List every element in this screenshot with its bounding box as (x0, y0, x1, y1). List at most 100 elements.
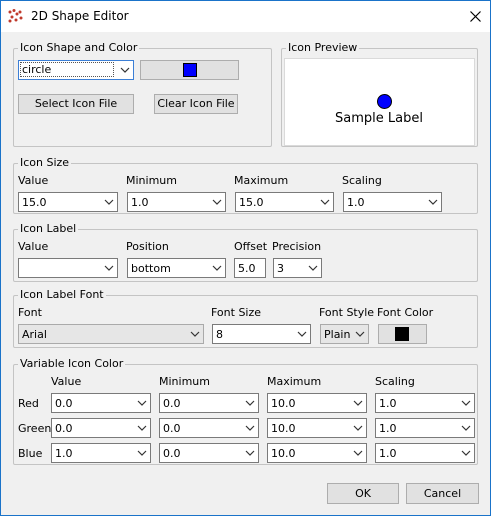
font-style-label: Font Style (319, 306, 375, 319)
size-maximum-label: Maximum (234, 174, 289, 187)
green-value: 0.0 (55, 422, 73, 435)
font-select[interactable]: Arial (18, 324, 204, 344)
select-icon-file-button[interactable]: Select Icon File (18, 94, 134, 114)
blue-maximum: 10.0 (271, 447, 296, 460)
row-red-label: Red (18, 397, 39, 410)
variable-color-group-title: Variable Icon Color (18, 357, 126, 370)
font-style-value: Plain (324, 328, 351, 341)
var-maximum-label: Maximum (267, 375, 322, 388)
app-icon (8, 9, 23, 23)
label-font-group: Icon Label Font Font Font Size Font Styl… (13, 288, 478, 348)
font-size-select[interactable]: 8 (212, 324, 311, 344)
label-offset-field[interactable]: 5.0 (234, 258, 266, 278)
label-offset-label: Offset (234, 240, 268, 253)
icon-size-group: Icon Size Value Minimum Maximum Scaling … (13, 156, 478, 214)
label-precision-select[interactable]: 3 (273, 258, 322, 278)
shape-color-button[interactable] (140, 60, 239, 80)
chevron-down-icon (104, 199, 114, 205)
chevron-down-icon (245, 400, 255, 406)
chevron-down-icon (428, 199, 438, 205)
size-minimum-label: Minimum (126, 174, 177, 187)
preview-shape (377, 94, 392, 109)
label-position: bottom (131, 262, 171, 275)
icon-label-group-title: Icon Label (18, 222, 79, 235)
var-value-label: Value (51, 375, 82, 388)
size-scaling: 1.0 (347, 196, 365, 209)
chevron-down-icon (320, 199, 330, 205)
font-style-select[interactable]: Plain (320, 324, 369, 344)
chevron-down-icon (461, 450, 471, 456)
red-maximum-select[interactable]: 10.0 (267, 393, 367, 413)
chevron-down-icon (104, 265, 114, 271)
chevron-down-icon (461, 425, 471, 431)
size-minimum-select[interactable]: 1.0 (127, 192, 226, 212)
chevron-down-icon (353, 425, 363, 431)
chevron-down-icon (461, 400, 471, 406)
label-value-select[interactable] (18, 258, 118, 278)
label-position-select[interactable]: bottom (127, 258, 226, 278)
preview-canvas: Sample Label (284, 58, 475, 146)
chevron-down-icon (355, 331, 365, 337)
shape-color-group: Icon Shape and Color circle Select Icon … (13, 41, 272, 147)
red-maximum: 10.0 (271, 397, 296, 410)
clear-icon-file-button[interactable]: Clear Icon File (154, 94, 238, 114)
size-scaling-label: Scaling (342, 174, 382, 187)
variable-color-group: Variable Icon Color Value Minimum Maximu… (13, 357, 478, 465)
font-size-value: 8 (216, 328, 223, 341)
chevron-down-icon (137, 400, 147, 406)
window-title: 2D Shape Editor (31, 9, 129, 23)
chevron-down-icon (137, 450, 147, 456)
shape-color-group-title: Icon Shape and Color (18, 41, 140, 54)
chevron-down-icon (297, 331, 307, 337)
chevron-down-icon (353, 400, 363, 406)
blue-value-select[interactable]: 1.0 (51, 443, 151, 463)
ok-button[interactable]: OK (327, 483, 399, 504)
label-precision-label: Precision (272, 240, 322, 253)
red-minimum: 0.0 (163, 397, 181, 410)
blue-scaling-select[interactable]: 1.0 (375, 443, 475, 463)
green-minimum: 0.0 (163, 422, 181, 435)
size-minimum: 1.0 (131, 196, 149, 209)
blue-scaling: 1.0 (379, 447, 397, 460)
green-maximum: 10.0 (271, 422, 296, 435)
chevron-down-icon (353, 450, 363, 456)
red-scaling: 1.0 (379, 397, 397, 410)
row-blue-label: Blue (18, 447, 43, 460)
green-maximum-select[interactable]: 10.0 (267, 418, 367, 438)
chevron-down-icon (245, 450, 255, 456)
green-value-select[interactable]: 0.0 (51, 418, 151, 438)
red-minimum-select[interactable]: 0.0 (159, 393, 259, 413)
var-minimum-label: Minimum (159, 375, 210, 388)
green-minimum-select[interactable]: 0.0 (159, 418, 259, 438)
size-value-label: Value (18, 174, 49, 187)
icon-preview-group-title: Icon Preview (286, 41, 360, 54)
font-color-button[interactable] (378, 324, 427, 344)
shape-select-value: circle (19, 62, 115, 77)
chevron-down-icon (120, 67, 130, 73)
size-maximum: 15.0 (239, 196, 264, 209)
font-label: Font (18, 306, 42, 319)
red-scaling-select[interactable]: 1.0 (375, 393, 475, 413)
blue-minimum-select[interactable]: 0.0 (159, 443, 259, 463)
shape-select[interactable]: circle (18, 60, 134, 80)
cancel-button[interactable]: Cancel (406, 483, 479, 504)
close-button[interactable] (460, 1, 490, 31)
var-scaling-label: Scaling (375, 375, 415, 388)
size-maximum-select[interactable]: 15.0 (235, 192, 334, 212)
green-scaling-select[interactable]: 1.0 (375, 418, 475, 438)
icon-preview-group: Icon Preview Sample Label (281, 41, 478, 147)
font-value: Arial (22, 328, 47, 341)
label-position-label: Position (126, 240, 169, 253)
size-value-select[interactable]: 15.0 (18, 192, 118, 212)
red-value-select[interactable]: 0.0 (51, 393, 151, 413)
blue-value: 1.0 (55, 447, 73, 460)
blue-maximum-select[interactable]: 10.0 (267, 443, 367, 463)
green-scaling: 1.0 (379, 422, 397, 435)
font-color-label: Font Color (377, 306, 434, 319)
icon-size-group-title: Icon Size (18, 156, 72, 169)
chevron-down-icon (190, 331, 200, 337)
label-precision: 3 (277, 262, 284, 275)
shape-color-swatch (183, 63, 197, 77)
preview-label: Sample Label (335, 111, 423, 126)
size-scaling-select[interactable]: 1.0 (343, 192, 442, 212)
